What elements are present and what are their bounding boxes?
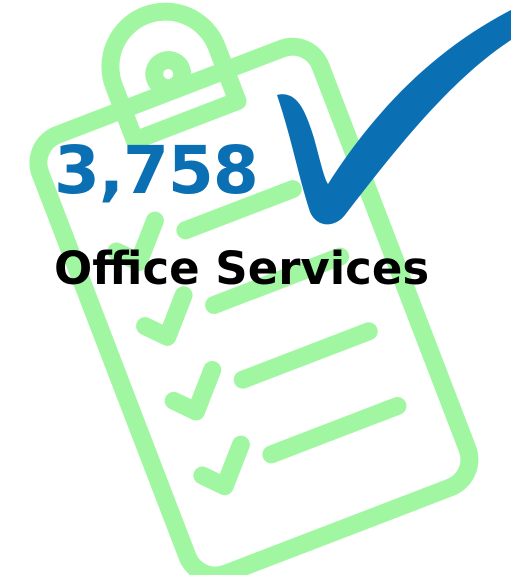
checklist-check-4 (193, 435, 250, 496)
stat-value: 3,758 (54, 132, 259, 209)
stat-label: Office Services (54, 242, 430, 295)
checklist-line-3 (233, 322, 378, 389)
infographic-card: 3,758 Office Services (0, 0, 511, 575)
checklist-line-4 (262, 396, 407, 464)
checklist-check-2 (136, 286, 193, 346)
checkmark-icon (277, 10, 511, 225)
clipboard-clip-hole (145, 51, 192, 98)
checklist-check-3 (164, 360, 222, 421)
